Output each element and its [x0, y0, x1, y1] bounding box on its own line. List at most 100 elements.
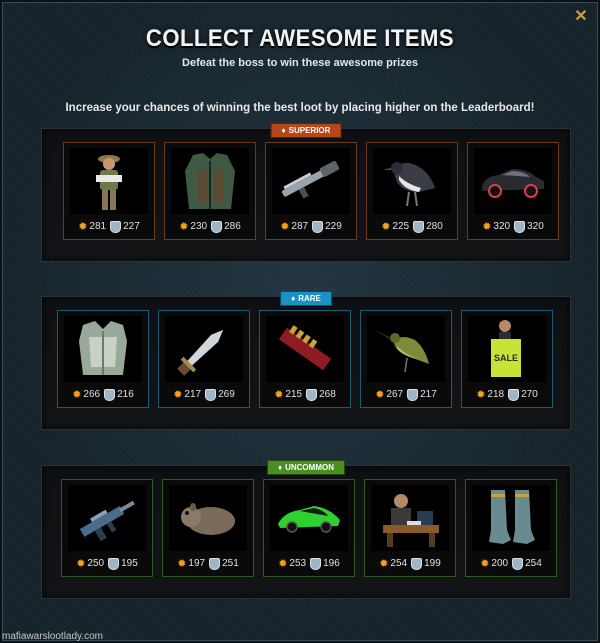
hummingbird-icon — [367, 316, 445, 382]
defense-value: 216 — [117, 389, 134, 400]
defense-value: 286 — [224, 221, 241, 232]
attack-value: 287 — [291, 221, 309, 232]
defense-icon — [209, 558, 221, 570]
item-card[interactable]: ✹ 254 199 — [364, 479, 456, 577]
attack-value: 197 — [188, 558, 206, 569]
item-card[interactable]: ✹ 200 254 — [465, 479, 557, 577]
item-card[interactable]: ✹ 217 269 — [158, 310, 250, 408]
item-stats: ✹ 215 268 — [260, 389, 350, 401]
defense-icon — [411, 558, 423, 570]
defense-value: 229 — [325, 221, 342, 232]
item-card[interactable]: ✹ 215 268 — [259, 310, 351, 408]
defense-value: 217 — [420, 389, 437, 400]
item-card[interactable]: ✹ 266 216 — [57, 310, 149, 408]
item-card[interactable]: ✹ 281 227 — [63, 142, 155, 240]
tier-superior: ♦ SUPERIOR ✹ 281 227 ✹ 230 286 ✹ 287 229… — [41, 123, 571, 262]
attack-icon: ✹ — [78, 221, 88, 233]
attack-icon: ✹ — [177, 558, 187, 570]
rodent-icon — [169, 485, 247, 551]
defense-icon — [413, 221, 425, 233]
defense-icon — [508, 389, 520, 401]
sports-car-icon — [474, 148, 552, 214]
item-stats: ✹ 200 254 — [466, 558, 556, 570]
attack-icon: ✹ — [280, 221, 290, 233]
attack-icon: ✹ — [72, 389, 82, 401]
attack-value: 200 — [491, 558, 509, 569]
attack-icon: ✹ — [274, 389, 284, 401]
attack-icon: ✹ — [381, 221, 391, 233]
sale-man-icon: SALE — [468, 316, 546, 382]
defense-value: 270 — [521, 389, 538, 400]
tier-badge-superior: ♦ SUPERIOR — [270, 123, 342, 138]
green-car-icon — [270, 485, 348, 551]
defense-icon — [108, 558, 120, 570]
defense-value: 227 — [123, 221, 140, 232]
defense-icon — [110, 221, 122, 233]
assault-rifle-icon — [68, 485, 146, 551]
item-card[interactable]: ✹ 267 217 — [360, 310, 452, 408]
item-stats: ✹ 266 216 — [58, 389, 148, 401]
item-card[interactable]: ✹ 197 251 — [162, 479, 254, 577]
close-icon[interactable]: ✕ — [573, 9, 589, 25]
attack-value: 320 — [493, 221, 511, 232]
sale-sign-text: SALE — [494, 353, 518, 363]
shotgun-icon — [272, 148, 350, 214]
defense-icon — [104, 389, 116, 401]
attack-icon: ✹ — [278, 558, 288, 570]
attack-icon: ✹ — [375, 389, 385, 401]
item-card[interactable]: ✹ 320 320 — [467, 142, 559, 240]
item-stats: ✹ 287 229 — [266, 221, 356, 233]
tier-label: RARE — [298, 294, 321, 303]
attack-value: 281 — [89, 221, 107, 232]
attack-value: 267 — [386, 389, 404, 400]
attack-value: 225 — [392, 221, 410, 232]
item-card[interactable]: SALE ✹ 218 270 — [461, 310, 553, 408]
item-stats: ✹ 267 217 — [361, 389, 451, 401]
attack-icon: ✹ — [482, 221, 492, 233]
defense-icon — [310, 558, 322, 570]
defense-value: 268 — [319, 389, 336, 400]
item-stats: ✹ 281 227 — [64, 221, 154, 233]
item-card[interactable]: ✹ 230 286 — [164, 142, 256, 240]
defense-icon — [205, 389, 217, 401]
armor-vest-icon — [64, 316, 142, 382]
defense-value: 269 — [218, 389, 235, 400]
hunter-figure-icon — [70, 148, 148, 214]
diamond-icon: ♦ — [278, 463, 283, 472]
tier-rare: ♦ RARE ✹ 266 216 ✹ 217 269 ✹ 215 268 ✹ 2… — [41, 291, 571, 430]
desk-man-icon — [371, 485, 449, 551]
dialog-title: COLLECT AWESOME ITEMS — [145, 25, 455, 52]
attack-value: 266 — [83, 389, 101, 400]
item-card[interactable]: ✹ 287 229 — [265, 142, 357, 240]
item-stats: ✹ 254 199 — [365, 558, 455, 570]
bird-icon — [373, 148, 451, 214]
item-stats: ✹ 225 280 — [367, 221, 457, 233]
attack-icon: ✹ — [173, 389, 183, 401]
serrated-dagger-icon — [165, 316, 243, 382]
attack-icon: ✹ — [76, 558, 86, 570]
attack-icon: ✹ — [480, 558, 490, 570]
item-card[interactable]: ✹ 250 195 — [61, 479, 153, 577]
tier-label: UNCOMMON — [285, 463, 334, 472]
item-stats: ✹ 218 270 — [462, 389, 552, 401]
attack-value: 217 — [184, 389, 202, 400]
defense-value: 280 — [426, 221, 443, 232]
defense-icon — [407, 389, 419, 401]
item-stats: ✹ 197 251 — [163, 558, 253, 570]
attack-value: 254 — [390, 558, 408, 569]
watermark: mafiawarslootlady.com — [2, 631, 103, 642]
dialog-subtitle: Defeat the boss to win these awesome pri… — [182, 57, 418, 69]
boots-icon — [472, 485, 550, 551]
attack-value: 253 — [289, 558, 307, 569]
tactical-vest-icon — [171, 148, 249, 214]
diamond-icon: ♦ — [281, 126, 286, 135]
tier-badge-uncommon: ♦ UNCOMMON — [267, 460, 345, 475]
ammo-belt-icon — [266, 316, 344, 382]
diamond-icon: ♦ — [291, 294, 296, 303]
item-card[interactable]: ✹ 225 280 — [366, 142, 458, 240]
defense-icon — [306, 389, 318, 401]
loot-dialog: ✕ COLLECT AWESOME ITEMS Defeat the boss … — [2, 2, 598, 641]
item-card[interactable]: ✹ 253 196 — [263, 479, 355, 577]
item-stats: ✹ 217 269 — [159, 389, 249, 401]
defense-value: 251 — [222, 558, 239, 569]
